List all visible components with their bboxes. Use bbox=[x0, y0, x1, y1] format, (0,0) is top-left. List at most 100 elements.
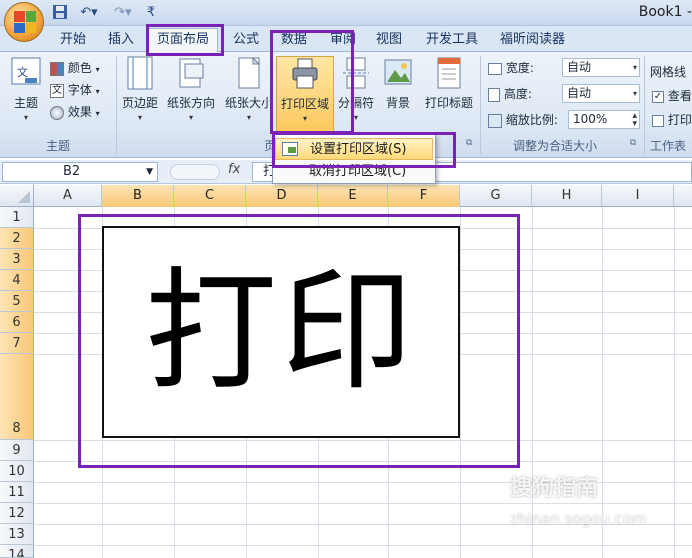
chevron-down-icon: ▼ bbox=[146, 167, 153, 177]
group-label-sheet-options: 工作表 bbox=[650, 139, 687, 153]
breaks-button[interactable]: 分隔符 ▾ bbox=[336, 56, 376, 122]
tab-formulas[interactable]: 公式 bbox=[233, 30, 259, 50]
column-header-c[interactable]: C bbox=[174, 185, 246, 207]
margins-button[interactable]: 页边距 ▾ bbox=[120, 56, 160, 122]
tab-review[interactable]: 审阅 bbox=[330, 30, 356, 50]
tab-data[interactable]: 数据 bbox=[281, 30, 307, 50]
group-label-scale-to-fit: 调整为合适大小 bbox=[512, 139, 597, 153]
insert-function-button[interactable]: fx bbox=[228, 162, 240, 177]
column-header-f[interactable]: F bbox=[388, 185, 460, 207]
column-header-d[interactable]: D bbox=[246, 185, 318, 207]
column-header-b[interactable]: B bbox=[102, 185, 174, 207]
tab-page-layout[interactable]: 页面布局 bbox=[148, 28, 219, 52]
gridline bbox=[34, 503, 692, 504]
margins-icon bbox=[125, 56, 155, 90]
column-header-i[interactable]: I bbox=[602, 185, 674, 207]
width-icon bbox=[488, 62, 502, 75]
redo-icon[interactable]: ↷▾ bbox=[108, 4, 138, 22]
row-header-7[interactable]: 7 bbox=[0, 333, 34, 354]
office-logo-icon bbox=[14, 11, 36, 33]
tab-view[interactable]: 视图 bbox=[376, 30, 402, 50]
menu-item-clear-print-area[interactable]: 取消打印区域(C) bbox=[275, 161, 433, 183]
column-header-e[interactable]: E bbox=[318, 185, 388, 207]
gridline bbox=[34, 440, 692, 441]
print-titles-icon bbox=[434, 56, 464, 90]
print-titles-button[interactable]: 打印标题 bbox=[420, 56, 478, 111]
column-header-g[interactable]: G bbox=[460, 185, 532, 207]
chevron-down-icon: ▾ bbox=[23, 113, 28, 122]
watermark-url: zhinan.sogou.com bbox=[510, 510, 647, 528]
office-button[interactable] bbox=[4, 2, 44, 42]
height-select[interactable]: 自动 ▾ bbox=[562, 84, 640, 103]
gridline bbox=[602, 207, 603, 558]
font-icon: 文 bbox=[50, 83, 64, 98]
column-header-a[interactable]: A bbox=[34, 185, 102, 207]
orientation-button[interactable]: 纸张方向 ▾ bbox=[164, 56, 218, 122]
background-button[interactable]: 背景 bbox=[380, 56, 416, 111]
row-header-13[interactable]: 13 bbox=[0, 524, 34, 545]
printer-icon bbox=[290, 57, 320, 91]
undo-icon[interactable]: ↶▾ bbox=[74, 4, 104, 22]
gridline bbox=[34, 545, 692, 546]
group-separator bbox=[116, 56, 117, 154]
svg-text:文: 文 bbox=[17, 65, 28, 79]
palette-icon bbox=[50, 61, 64, 76]
row-header-11[interactable]: 11 bbox=[0, 482, 34, 503]
dialog-launcher-icon[interactable]: ⧉ bbox=[466, 138, 472, 148]
gridlines-print-checkbox[interactable]: 打印 bbox=[652, 110, 692, 130]
chevron-down-icon: ▾ bbox=[95, 87, 100, 96]
tab-developer[interactable]: 开发工具 bbox=[426, 30, 478, 50]
spinner-arrows-icon: ▴ ▾ bbox=[632, 111, 637, 129]
customize-qat-icon[interactable]: ₹ bbox=[144, 4, 158, 22]
gridlines-view-checkbox[interactable]: ✓ 查看 bbox=[652, 86, 692, 106]
print-area-menu: 设置打印区域(S) 取消打印区域(C) bbox=[272, 134, 436, 184]
formula-bar-handle[interactable] bbox=[170, 164, 220, 180]
theme-effects-button[interactable]: 效果 ▾ bbox=[50, 102, 100, 122]
save-icon[interactable] bbox=[50, 4, 70, 22]
width-label: 宽度: bbox=[488, 58, 534, 78]
chevron-down-icon: ▾ bbox=[632, 89, 637, 98]
dialog-launcher-icon[interactable]: ⧉ bbox=[630, 138, 636, 148]
theme-fonts-button[interactable]: 文 字体 ▾ bbox=[50, 80, 100, 100]
checkbox-checked-icon: ✓ bbox=[652, 90, 664, 103]
row-header-6[interactable]: 6 bbox=[0, 312, 34, 333]
print-area-button[interactable]: 打印区域 ▾ bbox=[276, 56, 334, 134]
tab-foxit-reader[interactable]: 福昕阅读器 bbox=[500, 30, 565, 50]
menu-item-set-print-area[interactable]: 设置打印区域(S) bbox=[275, 138, 433, 160]
paper-size-button[interactable]: 纸张大小 ▾ bbox=[222, 56, 276, 122]
row-header-12[interactable]: 12 bbox=[0, 503, 34, 524]
row-header-1[interactable]: 1 bbox=[0, 207, 34, 228]
group-separator bbox=[480, 56, 481, 154]
theme-colors-button[interactable]: 颜色 ▾ bbox=[50, 58, 100, 78]
width-select[interactable]: 自动 ▾ bbox=[562, 58, 640, 77]
tab-insert[interactable]: 插入 bbox=[108, 30, 134, 50]
row-header-4[interactable]: 4 bbox=[0, 270, 34, 291]
themes-button[interactable]: 文 主题 ▾ bbox=[8, 56, 44, 122]
chevron-down-icon: ▾ bbox=[188, 113, 193, 122]
group-label-themes: 主题 bbox=[45, 139, 70, 153]
scale-icon bbox=[488, 113, 502, 128]
row-header-10[interactable]: 10 bbox=[0, 461, 34, 482]
row-header-2[interactable]: 2 bbox=[0, 228, 34, 249]
row-header-3[interactable]: 3 bbox=[0, 249, 34, 270]
tab-home[interactable]: 开始 bbox=[60, 30, 86, 50]
scale-spinner[interactable]: 100% ▴ ▾ bbox=[568, 110, 640, 129]
height-icon bbox=[488, 87, 500, 102]
row-header-5[interactable]: 5 bbox=[0, 291, 34, 312]
column-header-h[interactable]: H bbox=[532, 185, 602, 207]
row-header-14[interactable]: 14 bbox=[0, 545, 34, 558]
group-separator bbox=[644, 56, 645, 154]
set-print-area-icon bbox=[282, 142, 298, 156]
select-all-button[interactable] bbox=[0, 185, 34, 207]
row-header-9[interactable]: 9 bbox=[0, 440, 34, 461]
chevron-down-icon: ▾ bbox=[137, 113, 142, 122]
themes-icon: 文 bbox=[11, 56, 41, 90]
gridline bbox=[460, 207, 461, 558]
gridlines-label: 网格线 bbox=[650, 65, 687, 79]
row-header-8[interactable]: 8 bbox=[0, 354, 34, 440]
name-box[interactable]: B2 ▼ bbox=[2, 162, 158, 182]
gridline bbox=[674, 207, 675, 558]
gridline bbox=[532, 207, 533, 558]
chevron-down-icon: ▾ bbox=[246, 113, 251, 122]
window-title: Book1 - bbox=[638, 4, 692, 20]
